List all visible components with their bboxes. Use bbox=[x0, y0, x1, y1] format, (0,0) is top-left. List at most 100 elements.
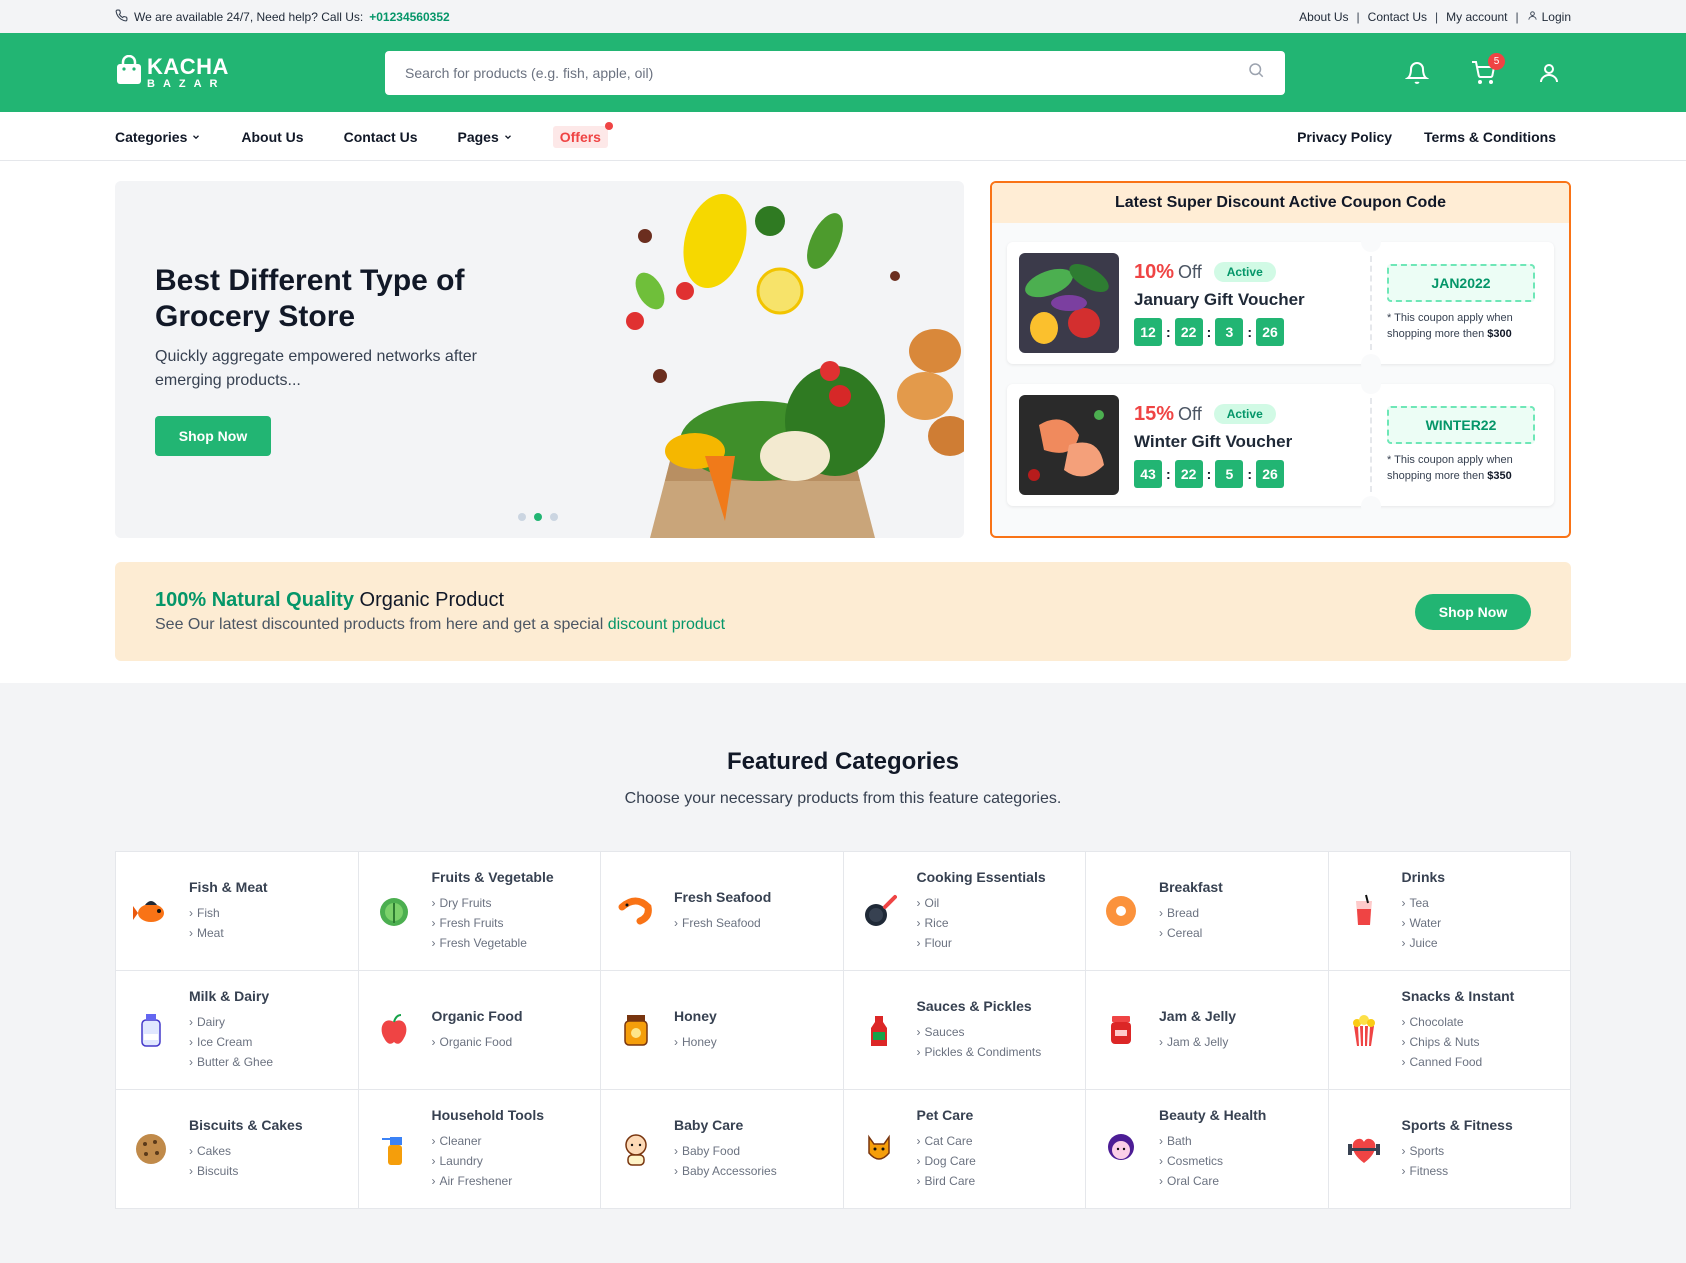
category-card[interactable]: Milk & Dairy DairyIce CreamButter & Ghee bbox=[116, 971, 358, 1089]
subcategory-link[interactable]: Bath bbox=[1159, 1131, 1266, 1151]
category-name[interactable]: Fresh Seafood bbox=[674, 889, 771, 905]
slider-dot-active[interactable] bbox=[534, 513, 542, 521]
subcategory-link[interactable]: Cosmetics bbox=[1159, 1151, 1266, 1171]
subcategory-link[interactable]: Chips & Nuts bbox=[1402, 1032, 1515, 1052]
category-card[interactable]: Sauces & Pickles SaucesPickles & Condimen… bbox=[843, 971, 1085, 1089]
subcategory-link[interactable]: Baby Accessories bbox=[674, 1161, 777, 1181]
slider-dot[interactable] bbox=[518, 513, 526, 521]
discount-product-link[interactable]: discount product bbox=[608, 616, 725, 633]
category-name[interactable]: Honey bbox=[674, 1008, 717, 1024]
subcategory-link[interactable]: Laundry bbox=[432, 1151, 545, 1171]
search-icon[interactable] bbox=[1247, 61, 1265, 84]
subcategory-link[interactable]: Water bbox=[1402, 913, 1446, 933]
promo-shop-now-button[interactable]: Shop Now bbox=[1415, 594, 1531, 630]
nav-offers-link[interactable]: Offers bbox=[552, 121, 613, 148]
hero-shop-now-button[interactable]: Shop Now bbox=[155, 416, 271, 456]
category-name[interactable]: Household Tools bbox=[432, 1107, 545, 1123]
subcategory-link[interactable]: Meat bbox=[189, 923, 268, 943]
category-name[interactable]: Drinks bbox=[1402, 869, 1446, 885]
category-name[interactable]: Fish & Meat bbox=[189, 879, 268, 895]
logo[interactable]: KACHA BAZAR bbox=[115, 54, 385, 90]
category-name[interactable]: Jam & Jelly bbox=[1159, 1008, 1236, 1024]
subcategory-link[interactable]: Sauces bbox=[917, 1022, 1042, 1042]
category-card[interactable]: Breakfast BreadCereal bbox=[1086, 852, 1328, 970]
account-icon[interactable] bbox=[1537, 61, 1561, 85]
subcategory-link[interactable]: Ice Cream bbox=[189, 1032, 273, 1052]
category-name[interactable]: Pet Care bbox=[917, 1107, 976, 1123]
category-card[interactable]: Biscuits & Cakes CakesBiscuits bbox=[116, 1090, 358, 1208]
phone-number[interactable]: +01234560352 bbox=[369, 10, 449, 24]
subcategory-link[interactable]: Cat Care bbox=[917, 1131, 976, 1151]
subcategory-link[interactable]: Flour bbox=[917, 933, 1046, 953]
category-name[interactable]: Fruits & Vegetable bbox=[432, 869, 554, 885]
subcategory-link[interactable]: Air Freshener bbox=[432, 1171, 545, 1191]
category-card[interactable]: Pet Care Cat CareDog CareBird Care bbox=[843, 1090, 1085, 1208]
category-name[interactable]: Breakfast bbox=[1159, 879, 1223, 895]
subcategory-link[interactable]: Biscuits bbox=[189, 1161, 303, 1181]
coupon-code[interactable]: WINTER22 bbox=[1387, 406, 1535, 444]
subcategory-link[interactable]: Butter & Ghee bbox=[189, 1052, 273, 1072]
category-card[interactable]: Jam & Jelly Jam & Jelly bbox=[1086, 971, 1328, 1089]
subcategory-link[interactable]: Juice bbox=[1402, 933, 1446, 953]
subcategory-link[interactable]: Tea bbox=[1402, 893, 1446, 913]
topbar-account-link[interactable]: My account bbox=[1446, 10, 1507, 24]
subcategory-link[interactable]: Cereal bbox=[1159, 923, 1223, 943]
category-card[interactable]: Honey Honey bbox=[601, 971, 843, 1089]
nav-contact-link[interactable]: Contact Us bbox=[344, 129, 418, 145]
category-name[interactable]: Sauces & Pickles bbox=[917, 998, 1042, 1014]
subcategory-link[interactable]: Fresh Vegetable bbox=[432, 933, 554, 953]
category-name[interactable]: Milk & Dairy bbox=[189, 988, 273, 1004]
category-name[interactable]: Biscuits & Cakes bbox=[189, 1117, 303, 1133]
category-card[interactable]: Organic Food Organic Food bbox=[358, 971, 600, 1089]
topbar-about-link[interactable]: About Us bbox=[1299, 10, 1348, 24]
subcategory-link[interactable]: Chocolate bbox=[1402, 1012, 1515, 1032]
category-name[interactable]: Baby Care bbox=[674, 1117, 777, 1133]
category-card[interactable]: Drinks TeaWaterJuice bbox=[1328, 852, 1570, 970]
subcategory-link[interactable]: Rice bbox=[917, 913, 1046, 933]
category-name[interactable]: Cooking Essentials bbox=[917, 869, 1046, 885]
subcategory-link[interactable]: Canned Food bbox=[1402, 1052, 1515, 1072]
topbar-contact-link[interactable]: Contact Us bbox=[1368, 10, 1427, 24]
category-name[interactable]: Sports & Fitness bbox=[1402, 1117, 1513, 1133]
subcategory-link[interactable]: Baby Food bbox=[674, 1141, 777, 1161]
category-name[interactable]: Organic Food bbox=[432, 1008, 523, 1024]
category-card[interactable]: Household Tools CleanerLaundryAir Freshen… bbox=[358, 1090, 600, 1208]
category-name[interactable]: Beauty & Health bbox=[1159, 1107, 1266, 1123]
subcategory-link[interactable]: Cakes bbox=[189, 1141, 303, 1161]
subcategory-link[interactable]: Fresh Seafood bbox=[674, 913, 771, 933]
subcategory-link[interactable]: Fish bbox=[189, 903, 268, 923]
category-card[interactable]: Sports & Fitness SportsFitness bbox=[1328, 1090, 1570, 1208]
subcategory-link[interactable]: Sports bbox=[1402, 1141, 1513, 1161]
category-card[interactable]: Cooking Essentials OilRiceFlour bbox=[843, 852, 1085, 970]
subcategory-link[interactable]: Jam & Jelly bbox=[1159, 1032, 1236, 1052]
category-card[interactable]: Beauty & Health BathCosmeticsOral Care bbox=[1086, 1090, 1328, 1208]
category-name[interactable]: Snacks & Instant bbox=[1402, 988, 1515, 1004]
subcategory-link[interactable]: Oral Care bbox=[1159, 1171, 1266, 1191]
subcategory-link[interactable]: Cleaner bbox=[432, 1131, 545, 1151]
category-card[interactable]: Fruits & Vegetable Dry FruitsFresh Fruits… bbox=[358, 852, 600, 970]
nav-pages-dropdown[interactable]: Pages bbox=[457, 129, 512, 145]
bell-icon[interactable] bbox=[1404, 61, 1430, 85]
nav-categories-dropdown[interactable]: Categories bbox=[115, 129, 201, 145]
subcategory-link[interactable]: Bird Care bbox=[917, 1171, 976, 1191]
login-link[interactable]: Login bbox=[1527, 10, 1571, 24]
slider-dot[interactable] bbox=[550, 513, 558, 521]
category-card[interactable]: Fresh Seafood Fresh Seafood bbox=[601, 852, 843, 970]
nav-terms-link[interactable]: Terms & Conditions bbox=[1424, 129, 1556, 145]
search-input[interactable] bbox=[405, 64, 1247, 81]
nav-privacy-link[interactable]: Privacy Policy bbox=[1297, 129, 1392, 145]
subcategory-link[interactable]: Organic Food bbox=[432, 1032, 523, 1052]
subcategory-link[interactable]: Dairy bbox=[189, 1012, 273, 1032]
subcategory-link[interactable]: Honey bbox=[674, 1032, 717, 1052]
nav-about-link[interactable]: About Us bbox=[241, 129, 303, 145]
subcategory-link[interactable]: Bread bbox=[1159, 903, 1223, 923]
category-card[interactable]: Baby Care Baby FoodBaby Accessories bbox=[601, 1090, 843, 1208]
subcategory-link[interactable]: Dog Care bbox=[917, 1151, 976, 1171]
subcategory-link[interactable]: Dry Fruits bbox=[432, 893, 554, 913]
subcategory-link[interactable]: Fitness bbox=[1402, 1161, 1513, 1181]
cart-button[interactable]: 5 bbox=[1471, 52, 1505, 85]
subcategory-link[interactable]: Oil bbox=[917, 893, 1046, 913]
subcategory-link[interactable]: Fresh Fruits bbox=[432, 913, 554, 933]
category-card[interactable]: Snacks & Instant ChocolateChips & NutsCan… bbox=[1328, 971, 1570, 1089]
coupon-code[interactable]: JAN2022 bbox=[1387, 264, 1535, 302]
